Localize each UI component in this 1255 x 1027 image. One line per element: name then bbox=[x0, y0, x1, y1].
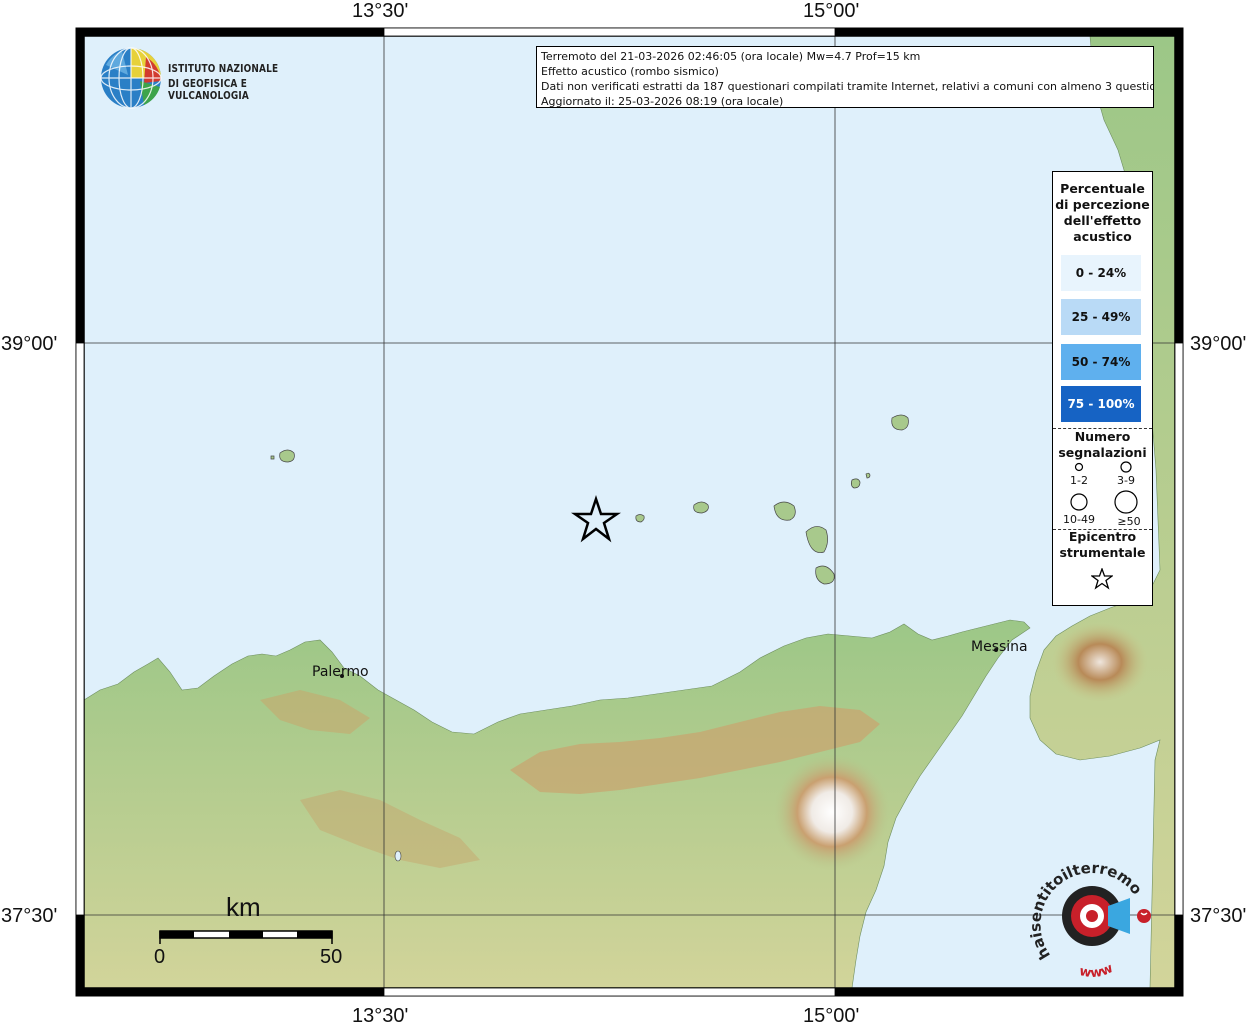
ingv-line2: DI GEOFISICA E VULCANOLOGIA bbox=[168, 78, 249, 102]
legend-count-label-3: 10-49 bbox=[1063, 513, 1095, 526]
legend-bin-1: 25 - 49% bbox=[1061, 299, 1141, 335]
bottom-label-1500: 15°00' bbox=[803, 1005, 860, 1027]
left-label-3900: 39°00' bbox=[1, 333, 58, 355]
legend-count-label-2: 3-9 bbox=[1117, 474, 1135, 487]
legend-star-icon bbox=[1091, 568, 1113, 590]
city-messina: Messina bbox=[971, 639, 1028, 655]
info-line-event: Terremoto del 21-03-2026 02:46:05 (ora l… bbox=[541, 50, 921, 63]
legend-count-label-4: ≥50 bbox=[1117, 515, 1141, 528]
left-label-3730: 37°30' bbox=[1, 905, 58, 927]
legend-count-circles bbox=[1070, 461, 1138, 514]
city-palermo: Palermo bbox=[312, 664, 369, 680]
info-line-effect: Effetto acustico (rombo sismico) bbox=[541, 65, 719, 78]
haisentito-www: www bbox=[1078, 961, 1115, 981]
legend-bin-3: 75 - 100% bbox=[1061, 386, 1141, 422]
legend-bin-2: 50 - 74% bbox=[1061, 344, 1141, 380]
legend-percent-title-3: dell'effetto bbox=[1063, 213, 1142, 228]
bottom-label-1330: 13°30' bbox=[352, 1005, 409, 1027]
info-line-data: Dati non verificati estratti da 187 ques… bbox=[541, 80, 1154, 93]
ustica-island bbox=[279, 449, 295, 463]
legend-percent-title-1: Percentuale bbox=[1060, 181, 1145, 196]
top-label-1500: 15°00' bbox=[803, 0, 860, 22]
ingv-logo: ISTITUTO NAZIONALE DI GEOFISICA E VULCAN… bbox=[100, 46, 320, 110]
ingv-line1: ISTITUTO NAZIONALE bbox=[168, 63, 279, 75]
legend-box: Percentuale di percezione dell'effetto a… bbox=[1052, 171, 1153, 606]
scale-unit: km bbox=[226, 892, 261, 922]
legend-count-label-1: 1-2 bbox=[1070, 474, 1088, 487]
scale-end: 50 bbox=[320, 946, 343, 968]
lake bbox=[394, 850, 402, 862]
right-label-3900: 39°00' bbox=[1190, 333, 1247, 355]
scale-start: 0 bbox=[154, 946, 166, 968]
event-info-box: Terremoto del 21-03-2026 02:46:05 (ora l… bbox=[536, 46, 1154, 108]
svg-text:www: www bbox=[1078, 961, 1115, 981]
etna-volcano bbox=[774, 754, 890, 870]
legend-percent-title-2: di percezione bbox=[1055, 197, 1150, 212]
legend-percent-title-4: acustico bbox=[1073, 229, 1132, 244]
right-label-3730: 37°30' bbox=[1190, 905, 1247, 927]
legend-epicenter-title-2: strumentale bbox=[1059, 545, 1146, 560]
legend-bin-0: 0 - 24% bbox=[1061, 255, 1141, 291]
globe-icon bbox=[100, 47, 162, 109]
legend-count-title-1: Numero bbox=[1074, 429, 1131, 444]
legend-epicenter-title-1: Epicentro bbox=[1068, 529, 1137, 544]
info-line-updated: Aggiornato il: 25-03-2026 08:19 (ora loc… bbox=[541, 95, 784, 108]
aspromonte-relief bbox=[1052, 622, 1148, 702]
haisentito-emblem-icon: haisentitoilterremoto.it www bbox=[1025, 848, 1151, 981]
top-label-1330: 13°30' bbox=[352, 0, 409, 22]
haisentito-logo: haisentitoilterremoto.it www bbox=[1025, 848, 1160, 982]
ustica-islet bbox=[270, 455, 275, 460]
